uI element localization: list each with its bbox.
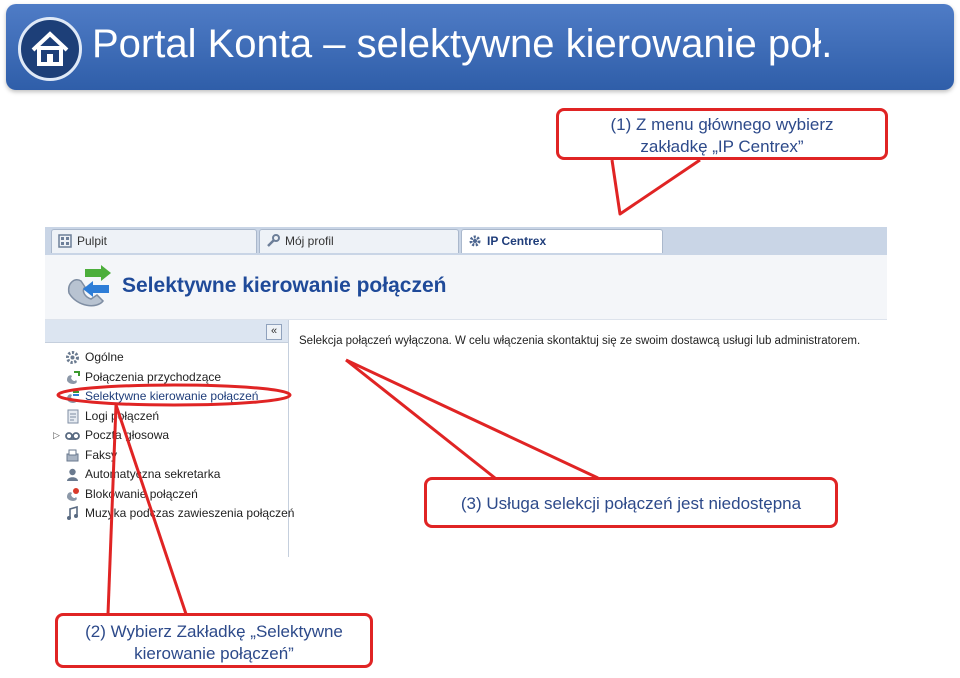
menu-item-polaczenia-przychodzace[interactable]: Połączenia przychodzące bbox=[45, 368, 288, 388]
menu-item-label: Połączenia przychodzące bbox=[85, 369, 222, 384]
menu-item-label: Selektywne kierowanie połączeń bbox=[85, 389, 259, 403]
callout-step-1: (1) Z menu głównego wybierz zakładkę „IP… bbox=[556, 108, 888, 160]
callout-step-3: (3) Usługa selekcji połączeń jest niedos… bbox=[424, 477, 838, 528]
home-logo-icon bbox=[18, 17, 82, 81]
menu-item-label: Blokowanie połączeń bbox=[85, 486, 198, 501]
voicemail-icon bbox=[65, 428, 80, 443]
tab-ip-centrex[interactable]: IP Centrex bbox=[461, 229, 663, 253]
page-title: Selektywne kierowanie połączeń bbox=[122, 274, 447, 297]
menu-item-ogolne[interactable]: Ogólne bbox=[45, 348, 288, 368]
menu-item-poczta-glosowa[interactable]: ▷ Poczta głosowa bbox=[45, 426, 288, 446]
expand-arrow-icon[interactable]: ▷ bbox=[53, 426, 60, 446]
routing-icon bbox=[65, 389, 80, 404]
menu-item-blokowanie-polaczen[interactable]: Blokowanie połączeń bbox=[45, 485, 288, 505]
gear-icon bbox=[468, 233, 482, 247]
callout-step-2-line1: (2) Wybierz Zakładkę „Selektywne bbox=[85, 622, 343, 641]
menu-item-label: Ogólne bbox=[85, 350, 124, 364]
menu-item-label: Logi połączeń bbox=[85, 408, 160, 423]
menu-item-label: Poczta głosowa bbox=[85, 428, 170, 442]
menu-item-logi-polaczen[interactable]: Logi połączeń bbox=[45, 407, 288, 427]
tab-ip-centrex-label: IP Centrex bbox=[487, 234, 547, 248]
callout-1-pointer bbox=[610, 158, 701, 216]
incoming-call-icon bbox=[65, 370, 80, 385]
callout-step-3-text: (3) Usługa selekcji połączeń jest niedos… bbox=[460, 494, 802, 513]
menu-item-selektywne-kierowanie[interactable]: Selektywne kierowanie połączeń bbox=[45, 387, 288, 407]
menu-item-label: Muzyka podczas zawieszenia połączeń bbox=[85, 506, 295, 520]
secretary-icon bbox=[65, 467, 80, 482]
callout-step-2-line2: kierowanie połączeń” bbox=[134, 644, 294, 663]
gear-icon bbox=[65, 350, 80, 365]
menu-item-muzyka-zawieszenia[interactable]: Muzyka podczas zawieszenia połączeń bbox=[45, 504, 294, 524]
left-menu-panel: « Ogólne Połączenia przychodzące Selekty… bbox=[45, 320, 294, 557]
page-header: Selektywne kierowanie połączeń bbox=[45, 255, 887, 320]
menu-item-faksy[interactable]: Faksy bbox=[45, 446, 288, 466]
menu-item-label: Faksy bbox=[85, 447, 118, 462]
tab-pulpit[interactable]: Pulpit bbox=[51, 229, 257, 253]
tab-pulpit-label: Pulpit bbox=[77, 234, 108, 248]
menu-item-automatyczna-sekretarka[interactable]: Automatyczna sekretarka bbox=[45, 465, 288, 485]
tab-bar: Pulpit Mój profil IP Centrex bbox=[45, 227, 887, 255]
title-banner: Portal Konta – selektywne kierowanie poł… bbox=[6, 4, 954, 90]
log-icon bbox=[65, 409, 80, 424]
wrench-icon bbox=[266, 233, 280, 247]
menu-item-label: Automatyczna sekretarka bbox=[85, 467, 221, 481]
slide-title: Portal Konta – selektywne kierowanie poł… bbox=[92, 22, 833, 66]
tab-moj-profil-label: Mój profil bbox=[285, 234, 334, 248]
callout-step-1-line1: (1) Z menu głównego wybierz bbox=[610, 115, 834, 134]
side-menu: Ogólne Połączenia przychodzące Selektywn… bbox=[45, 348, 294, 524]
dashboard-icon bbox=[58, 233, 72, 248]
menu-panel-header: « bbox=[45, 320, 288, 343]
callout-step-1-line2: zakładkę „IP Centrex” bbox=[640, 137, 804, 156]
collapse-panel-button[interactable]: « bbox=[266, 324, 282, 340]
callout-step-2: (2) Wybierz Zakładkę „Selektywne kierowa… bbox=[55, 613, 373, 668]
status-message: Selekcja połączeń wyłączona. W celu włąc… bbox=[299, 335, 861, 347]
music-icon bbox=[65, 505, 80, 521]
phone-routing-icon bbox=[63, 263, 117, 316]
tab-moj-profil[interactable]: Mój profil bbox=[259, 229, 459, 253]
fax-icon bbox=[65, 448, 80, 463]
block-icon bbox=[65, 487, 80, 502]
